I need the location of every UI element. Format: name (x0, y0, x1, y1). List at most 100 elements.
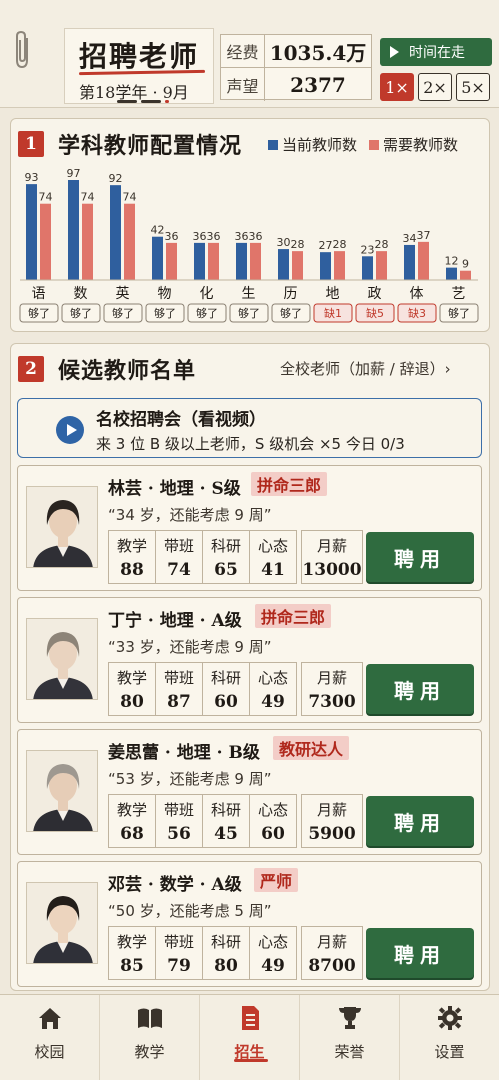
attr-value: 88 (120, 560, 144, 580)
attr-salary: 月薪 8700 (301, 926, 363, 980)
attr-label: 带班 (163, 537, 194, 555)
tick-label: 体 (410, 286, 424, 302)
legend-current-label: 当前教师数 (282, 136, 358, 154)
portrait-image (33, 896, 93, 963)
prestige-label: 声望 (221, 68, 265, 101)
page-title: 招聘老师 (79, 40, 200, 73)
data-label-needed: 74 (39, 191, 53, 204)
attr-value: 74 (167, 560, 191, 580)
speed-controls: 1× 2× 5× (380, 73, 490, 101)
bar-needed (208, 242, 219, 280)
status-label: 够了 (196, 307, 218, 320)
hire-button[interactable]: 聘用 (366, 664, 474, 714)
attr-label: 月薪 (316, 669, 347, 687)
nav-item-campus[interactable]: 校园 (0, 995, 100, 1080)
speed-2x-button[interactable]: 2× (418, 73, 452, 101)
speed-1x-button[interactable]: 1× (380, 73, 414, 101)
data-label-current: 42 (151, 224, 165, 237)
legend-needed-label: 需要教师数 (383, 136, 459, 154)
bar-needed (124, 203, 135, 280)
attr-label: 科研 (210, 537, 241, 555)
legend-needed: 需要教师数 (369, 134, 458, 155)
bar-current (152, 236, 163, 280)
bar-needed (292, 251, 303, 280)
attr-value: 8700 (308, 956, 356, 976)
candidate-portrait (26, 618, 98, 700)
attr-value: 49 (261, 956, 285, 976)
candidate-quote: “34 岁，还能考虑 9 周” (108, 506, 272, 524)
attr-value: 80 (214, 956, 238, 976)
bar-current (26, 184, 37, 280)
candidate-attributes: 教学 88 带班 74 科研 65 心态 41 月薪 13000 (108, 530, 363, 584)
tick-label: 英 (116, 285, 130, 302)
attr-label: 带班 (163, 669, 194, 687)
candidate-trait-badge: 拼命三郎 (255, 604, 332, 628)
bottom-nav: 校园 教学 招生 荣誉 设置 (0, 994, 499, 1080)
attr-label: 科研 (210, 669, 241, 687)
attr-homeroom: 带班 74 (155, 530, 203, 584)
candidate-quote: “33 岁，还能考虑 9 周” (108, 638, 272, 656)
status-label: 缺3 (408, 306, 426, 320)
chart-legend: 当前教师数 需要教师数 (268, 134, 458, 155)
funds-value: 1035.4万 (269, 40, 367, 65)
all-teachers-link[interactable]: 全校老师（加薪 / 辞退）› (280, 358, 451, 379)
portrait-image (33, 632, 93, 699)
prestige-value: 2377 (290, 72, 346, 97)
nav-item-honor[interactable]: 荣誉 (300, 995, 400, 1080)
attr-salary: 月薪 7300 (301, 662, 363, 716)
attr-mindset: 心态 49 (249, 926, 297, 980)
nav-active-underline (234, 1059, 268, 1062)
attr-homeroom: 带班 79 (155, 926, 203, 980)
candidate-quote: “50 岁，还能考虑 5 周” (108, 902, 272, 920)
video-play-icon (56, 416, 84, 444)
home-icon (38, 1008, 61, 1029)
attr-research: 科研 80 (202, 926, 250, 980)
section-number-1: 1 (18, 131, 44, 157)
speed-5x-button[interactable]: 5× (456, 73, 490, 101)
attr-research: 科研 45 (202, 794, 250, 848)
status-label: 够了 (154, 307, 176, 320)
data-label-needed: 37 (417, 229, 431, 242)
bar-current (236, 242, 247, 280)
attr-label: 科研 (210, 801, 241, 819)
tick-label: 生 (242, 286, 256, 302)
prestige-row: 声望 2377 (221, 68, 371, 101)
bar-current (194, 242, 205, 280)
legend-current: 当前教师数 (268, 134, 357, 155)
nav-item-teaching[interactable]: 教学 (100, 995, 200, 1080)
bar-needed (460, 270, 471, 280)
status-label: 够了 (280, 307, 302, 320)
candidate-trait-badge: 拼命三郎 (251, 472, 328, 496)
status-label: 够了 (112, 307, 134, 320)
hire-button[interactable]: 聘用 (366, 928, 474, 978)
candidate-name: 林芸 · 地理 · S级 (108, 479, 241, 499)
title-card: 招聘老师 第18学年 · 9月 (64, 28, 214, 104)
nav-item-recruit[interactable]: 招生 (200, 995, 300, 1080)
candidate-trait-badge: 严师 (254, 868, 299, 892)
nav-item-settings[interactable]: 设置 (400, 995, 499, 1080)
candidate-portrait (26, 750, 98, 832)
job-fair-banner[interactable]: 名校招聘会（看视频） 来 3 位 B 级以上老师，S 级机会 ×5 今日 0/3 (17, 398, 482, 458)
bar-needed (418, 241, 429, 280)
data-label-needed: 74 (123, 191, 137, 204)
attr-value: 68 (120, 824, 144, 844)
attr-label: 月薪 (316, 933, 347, 951)
candidate-portrait (26, 882, 98, 964)
attr-label: 心态 (257, 801, 288, 819)
funds-label: 经费 (221, 35, 265, 67)
time-running-button[interactable]: 时间在走 (380, 38, 492, 66)
job-fair-desc: 来 3 位 B 级以上老师，S 级机会 ×5 今日 0/3 (96, 435, 405, 453)
candidate-attributes: 教学 68 带班 56 科研 45 心态 60 月薪 5900 (108, 794, 363, 848)
hire-button[interactable]: 聘用 (366, 532, 474, 582)
attr-label: 心态 (257, 933, 288, 951)
tick-label: 政 (368, 286, 382, 302)
candidate-attributes: 教学 85 带班 79 科研 80 心态 49 月薪 8700 (108, 926, 363, 980)
attr-mindset: 心态 49 (249, 662, 297, 716)
hire-button[interactable]: 聘用 (366, 796, 474, 846)
attr-value: 87 (167, 692, 191, 712)
attr-value: 49 (261, 692, 285, 712)
portrait-image (33, 764, 93, 831)
attr-mindset: 心态 41 (249, 530, 297, 584)
attr-value: 45 (214, 824, 238, 844)
data-label-current: 23 (361, 243, 375, 256)
